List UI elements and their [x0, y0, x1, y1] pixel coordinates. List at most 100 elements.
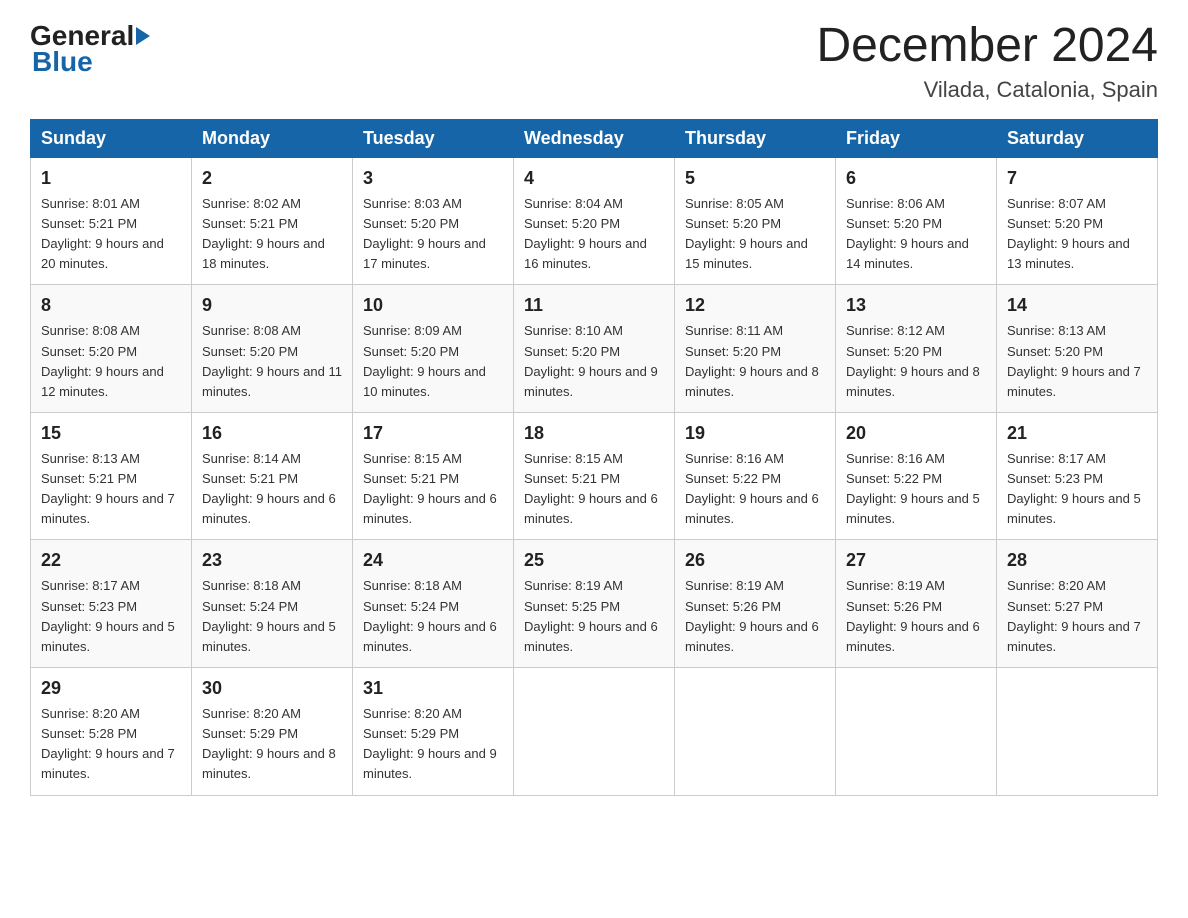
weekday-header-wednesday: Wednesday	[514, 119, 675, 157]
day-info: Sunrise: 8:19 AMSunset: 5:26 PMDaylight:…	[846, 578, 980, 653]
calendar-cell: 16 Sunrise: 8:14 AMSunset: 5:21 PMDaylig…	[192, 412, 353, 540]
day-number: 8	[41, 292, 181, 319]
calendar-cell: 22 Sunrise: 8:17 AMSunset: 5:23 PMDaylig…	[31, 540, 192, 668]
day-info: Sunrise: 8:13 AMSunset: 5:21 PMDaylight:…	[41, 451, 175, 526]
day-info: Sunrise: 8:15 AMSunset: 5:21 PMDaylight:…	[524, 451, 658, 526]
day-info: Sunrise: 8:20 AMSunset: 5:29 PMDaylight:…	[363, 706, 497, 781]
week-row-1: 1 Sunrise: 8:01 AMSunset: 5:21 PMDayligh…	[31, 157, 1158, 285]
day-number: 21	[1007, 420, 1147, 447]
day-info: Sunrise: 8:19 AMSunset: 5:26 PMDaylight:…	[685, 578, 819, 653]
calendar-cell	[836, 668, 997, 796]
calendar-cell: 30 Sunrise: 8:20 AMSunset: 5:29 PMDaylig…	[192, 668, 353, 796]
day-info: Sunrise: 8:19 AMSunset: 5:25 PMDaylight:…	[524, 578, 658, 653]
calendar-cell: 2 Sunrise: 8:02 AMSunset: 5:21 PMDayligh…	[192, 157, 353, 285]
day-info: Sunrise: 8:10 AMSunset: 5:20 PMDaylight:…	[524, 323, 658, 398]
week-row-2: 8 Sunrise: 8:08 AMSunset: 5:20 PMDayligh…	[31, 285, 1158, 413]
calendar-cell: 6 Sunrise: 8:06 AMSunset: 5:20 PMDayligh…	[836, 157, 997, 285]
day-number: 16	[202, 420, 342, 447]
day-info: Sunrise: 8:17 AMSunset: 5:23 PMDaylight:…	[1007, 451, 1141, 526]
day-number: 23	[202, 547, 342, 574]
calendar-cell: 8 Sunrise: 8:08 AMSunset: 5:20 PMDayligh…	[31, 285, 192, 413]
calendar-cell: 26 Sunrise: 8:19 AMSunset: 5:26 PMDaylig…	[675, 540, 836, 668]
day-info: Sunrise: 8:11 AMSunset: 5:20 PMDaylight:…	[685, 323, 819, 398]
day-number: 7	[1007, 165, 1147, 192]
calendar-cell: 29 Sunrise: 8:20 AMSunset: 5:28 PMDaylig…	[31, 668, 192, 796]
calendar-cell: 7 Sunrise: 8:07 AMSunset: 5:20 PMDayligh…	[997, 157, 1158, 285]
week-row-5: 29 Sunrise: 8:20 AMSunset: 5:28 PMDaylig…	[31, 668, 1158, 796]
month-title: December 2024	[816, 20, 1158, 73]
day-number: 31	[363, 675, 503, 702]
day-info: Sunrise: 8:15 AMSunset: 5:21 PMDaylight:…	[363, 451, 497, 526]
day-number: 15	[41, 420, 181, 447]
day-number: 4	[524, 165, 664, 192]
title-area: December 2024 Vilada, Catalonia, Spain	[816, 20, 1158, 103]
weekday-header-sunday: Sunday	[31, 119, 192, 157]
day-number: 19	[685, 420, 825, 447]
day-number: 24	[363, 547, 503, 574]
calendar-cell: 18 Sunrise: 8:15 AMSunset: 5:21 PMDaylig…	[514, 412, 675, 540]
calendar-cell	[514, 668, 675, 796]
day-info: Sunrise: 8:03 AMSunset: 5:20 PMDaylight:…	[363, 196, 486, 271]
calendar-cell: 5 Sunrise: 8:05 AMSunset: 5:20 PMDayligh…	[675, 157, 836, 285]
day-number: 28	[1007, 547, 1147, 574]
day-number: 14	[1007, 292, 1147, 319]
day-number: 18	[524, 420, 664, 447]
day-info: Sunrise: 8:08 AMSunset: 5:20 PMDaylight:…	[202, 323, 342, 398]
calendar-table: SundayMondayTuesdayWednesdayThursdayFrid…	[30, 119, 1158, 796]
day-number: 26	[685, 547, 825, 574]
day-number: 3	[363, 165, 503, 192]
day-number: 17	[363, 420, 503, 447]
day-info: Sunrise: 8:13 AMSunset: 5:20 PMDaylight:…	[1007, 323, 1141, 398]
day-info: Sunrise: 8:06 AMSunset: 5:20 PMDaylight:…	[846, 196, 969, 271]
calendar-cell: 31 Sunrise: 8:20 AMSunset: 5:29 PMDaylig…	[353, 668, 514, 796]
day-number: 11	[524, 292, 664, 319]
day-info: Sunrise: 8:12 AMSunset: 5:20 PMDaylight:…	[846, 323, 980, 398]
calendar-cell: 23 Sunrise: 8:18 AMSunset: 5:24 PMDaylig…	[192, 540, 353, 668]
day-info: Sunrise: 8:14 AMSunset: 5:21 PMDaylight:…	[202, 451, 336, 526]
day-number: 1	[41, 165, 181, 192]
day-number: 6	[846, 165, 986, 192]
day-number: 9	[202, 292, 342, 319]
day-number: 10	[363, 292, 503, 319]
calendar-cell: 4 Sunrise: 8:04 AMSunset: 5:20 PMDayligh…	[514, 157, 675, 285]
day-number: 13	[846, 292, 986, 319]
day-info: Sunrise: 8:01 AMSunset: 5:21 PMDaylight:…	[41, 196, 164, 271]
day-number: 20	[846, 420, 986, 447]
calendar-cell: 20 Sunrise: 8:16 AMSunset: 5:22 PMDaylig…	[836, 412, 997, 540]
calendar-cell: 25 Sunrise: 8:19 AMSunset: 5:25 PMDaylig…	[514, 540, 675, 668]
calendar-cell: 3 Sunrise: 8:03 AMSunset: 5:20 PMDayligh…	[353, 157, 514, 285]
weekday-header-monday: Monday	[192, 119, 353, 157]
logo-arrow-icon	[136, 27, 150, 45]
day-number: 22	[41, 547, 181, 574]
calendar-cell: 14 Sunrise: 8:13 AMSunset: 5:20 PMDaylig…	[997, 285, 1158, 413]
calendar-cell: 27 Sunrise: 8:19 AMSunset: 5:26 PMDaylig…	[836, 540, 997, 668]
calendar-cell	[997, 668, 1158, 796]
day-number: 25	[524, 547, 664, 574]
day-info: Sunrise: 8:02 AMSunset: 5:21 PMDaylight:…	[202, 196, 325, 271]
day-info: Sunrise: 8:20 AMSunset: 5:27 PMDaylight:…	[1007, 578, 1141, 653]
calendar-cell: 17 Sunrise: 8:15 AMSunset: 5:21 PMDaylig…	[353, 412, 514, 540]
day-info: Sunrise: 8:20 AMSunset: 5:29 PMDaylight:…	[202, 706, 336, 781]
day-info: Sunrise: 8:09 AMSunset: 5:20 PMDaylight:…	[363, 323, 486, 398]
day-info: Sunrise: 8:20 AMSunset: 5:28 PMDaylight:…	[41, 706, 175, 781]
weekday-header-tuesday: Tuesday	[353, 119, 514, 157]
week-row-3: 15 Sunrise: 8:13 AMSunset: 5:21 PMDaylig…	[31, 412, 1158, 540]
day-info: Sunrise: 8:04 AMSunset: 5:20 PMDaylight:…	[524, 196, 647, 271]
calendar-cell: 19 Sunrise: 8:16 AMSunset: 5:22 PMDaylig…	[675, 412, 836, 540]
day-info: Sunrise: 8:07 AMSunset: 5:20 PMDaylight:…	[1007, 196, 1130, 271]
calendar-cell: 24 Sunrise: 8:18 AMSunset: 5:24 PMDaylig…	[353, 540, 514, 668]
day-number: 30	[202, 675, 342, 702]
day-number: 2	[202, 165, 342, 192]
day-info: Sunrise: 8:18 AMSunset: 5:24 PMDaylight:…	[363, 578, 497, 653]
weekday-header-saturday: Saturday	[997, 119, 1158, 157]
week-row-4: 22 Sunrise: 8:17 AMSunset: 5:23 PMDaylig…	[31, 540, 1158, 668]
day-number: 12	[685, 292, 825, 319]
day-info: Sunrise: 8:05 AMSunset: 5:20 PMDaylight:…	[685, 196, 808, 271]
weekday-header-row: SundayMondayTuesdayWednesdayThursdayFrid…	[31, 119, 1158, 157]
calendar-cell: 12 Sunrise: 8:11 AMSunset: 5:20 PMDaylig…	[675, 285, 836, 413]
weekday-header-thursday: Thursday	[675, 119, 836, 157]
day-number: 29	[41, 675, 181, 702]
location-title: Vilada, Catalonia, Spain	[816, 77, 1158, 103]
calendar-cell: 13 Sunrise: 8:12 AMSunset: 5:20 PMDaylig…	[836, 285, 997, 413]
calendar-cell: 1 Sunrise: 8:01 AMSunset: 5:21 PMDayligh…	[31, 157, 192, 285]
